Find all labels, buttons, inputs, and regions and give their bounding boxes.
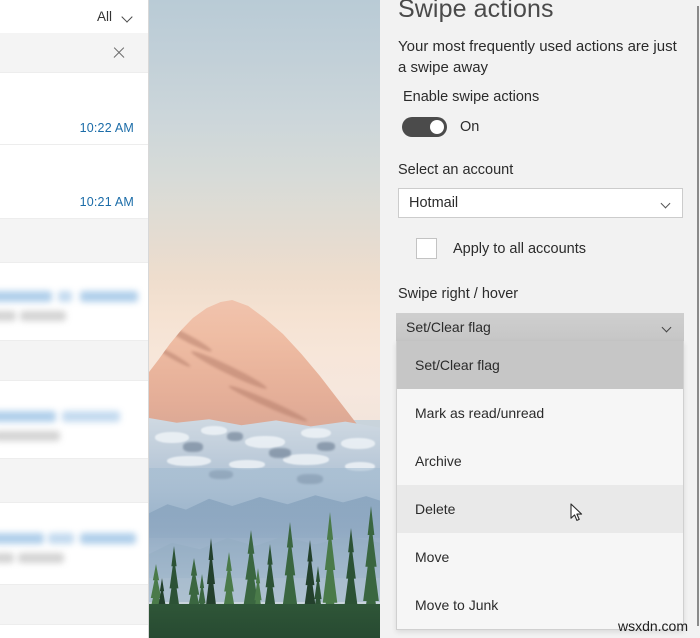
blurred-text	[0, 411, 56, 422]
app-window: All 10:22 AM 10:21 AM Swipe actions Your…	[0, 0, 700, 638]
page-title: Swipe actions	[398, 0, 554, 23]
toggle-state-label: On	[460, 119, 480, 135]
chevron-down-icon	[123, 13, 134, 20]
filter-dropdown[interactable]: All	[97, 9, 134, 24]
swipe-right-select-value: Set/Clear flag	[406, 319, 491, 335]
blurred-text	[18, 553, 64, 563]
close-icon[interactable]	[112, 46, 126, 60]
select-account-label: Select an account	[398, 162, 514, 178]
blurred-text	[0, 553, 14, 563]
filter-label: All	[96, 9, 112, 24]
mail-list-panel: All 10:22 AM 10:21 AM	[0, 0, 149, 638]
account-select-value: Hotmail	[409, 195, 459, 211]
list-item[interactable]	[0, 341, 148, 381]
list-item[interactable]	[0, 33, 148, 73]
blurred-text	[62, 411, 120, 422]
swipe-right-options-list: Set/Clear flag Mark as read/unread Archi…	[396, 341, 684, 630]
chevron-down-icon	[662, 200, 671, 206]
scrollbar-thumb[interactable]	[696, 6, 699, 626]
list-item[interactable]	[0, 381, 148, 459]
enable-swipe-actions-toggle[interactable]	[402, 117, 447, 137]
page-subtitle: Your most frequently used actions are ju…	[398, 38, 677, 76]
enable-swipe-actions-label: Enable swipe actions	[403, 89, 540, 105]
swipe-right-select[interactable]: Set/Clear flag	[396, 313, 684, 341]
list-item[interactable]	[0, 219, 148, 263]
option-archive[interactable]: Archive	[397, 437, 683, 485]
list-item-time: 10:22 AM	[79, 121, 134, 135]
blurred-text	[0, 311, 16, 321]
list-item-time: 10:21 AM	[79, 195, 134, 209]
option-set-clear-flag[interactable]: Set/Clear flag	[397, 341, 683, 389]
blurred-text	[0, 431, 60, 441]
blurred-text	[80, 291, 138, 302]
chevron-down-icon	[663, 324, 672, 330]
list-item[interactable]	[0, 585, 148, 625]
blurred-text	[58, 291, 72, 302]
mouse-pointer-icon	[570, 503, 583, 522]
list-item[interactable]: 10:22 AM	[0, 73, 148, 145]
apply-to-all-accounts-label: Apply to all accounts	[453, 240, 586, 257]
blurred-text	[0, 533, 44, 544]
mountain-sunrise-wallpaper	[149, 0, 380, 638]
option-delete[interactable]: Delete	[397, 485, 683, 533]
mail-list-toolbar: All	[0, 0, 148, 33]
option-move[interactable]: Move	[397, 533, 683, 581]
settings-scrollbar[interactable]	[695, 0, 700, 638]
swipe-right-label: Swipe right / hover	[398, 286, 519, 302]
watermark: wsxdn.com	[617, 618, 688, 634]
apply-to-all-accounts-row[interactable]: Apply to all accounts	[416, 238, 586, 259]
apply-to-all-accounts-checkbox[interactable]	[416, 238, 437, 259]
list-item[interactable]: 10:21 AM	[0, 145, 148, 219]
blurred-text	[48, 533, 74, 544]
option-mark-as-read-unread[interactable]: Mark as read/unread	[397, 389, 683, 437]
conifer-forest	[149, 468, 380, 638]
list-item[interactable]	[0, 503, 148, 585]
list-item[interactable]	[0, 263, 148, 341]
account-select[interactable]: Hotmail	[398, 188, 683, 218]
blurred-text	[80, 533, 136, 544]
blurred-text	[0, 291, 52, 302]
list-item[interactable]	[0, 459, 148, 503]
blurred-text	[20, 311, 66, 321]
toggle-knob	[429, 120, 444, 134]
